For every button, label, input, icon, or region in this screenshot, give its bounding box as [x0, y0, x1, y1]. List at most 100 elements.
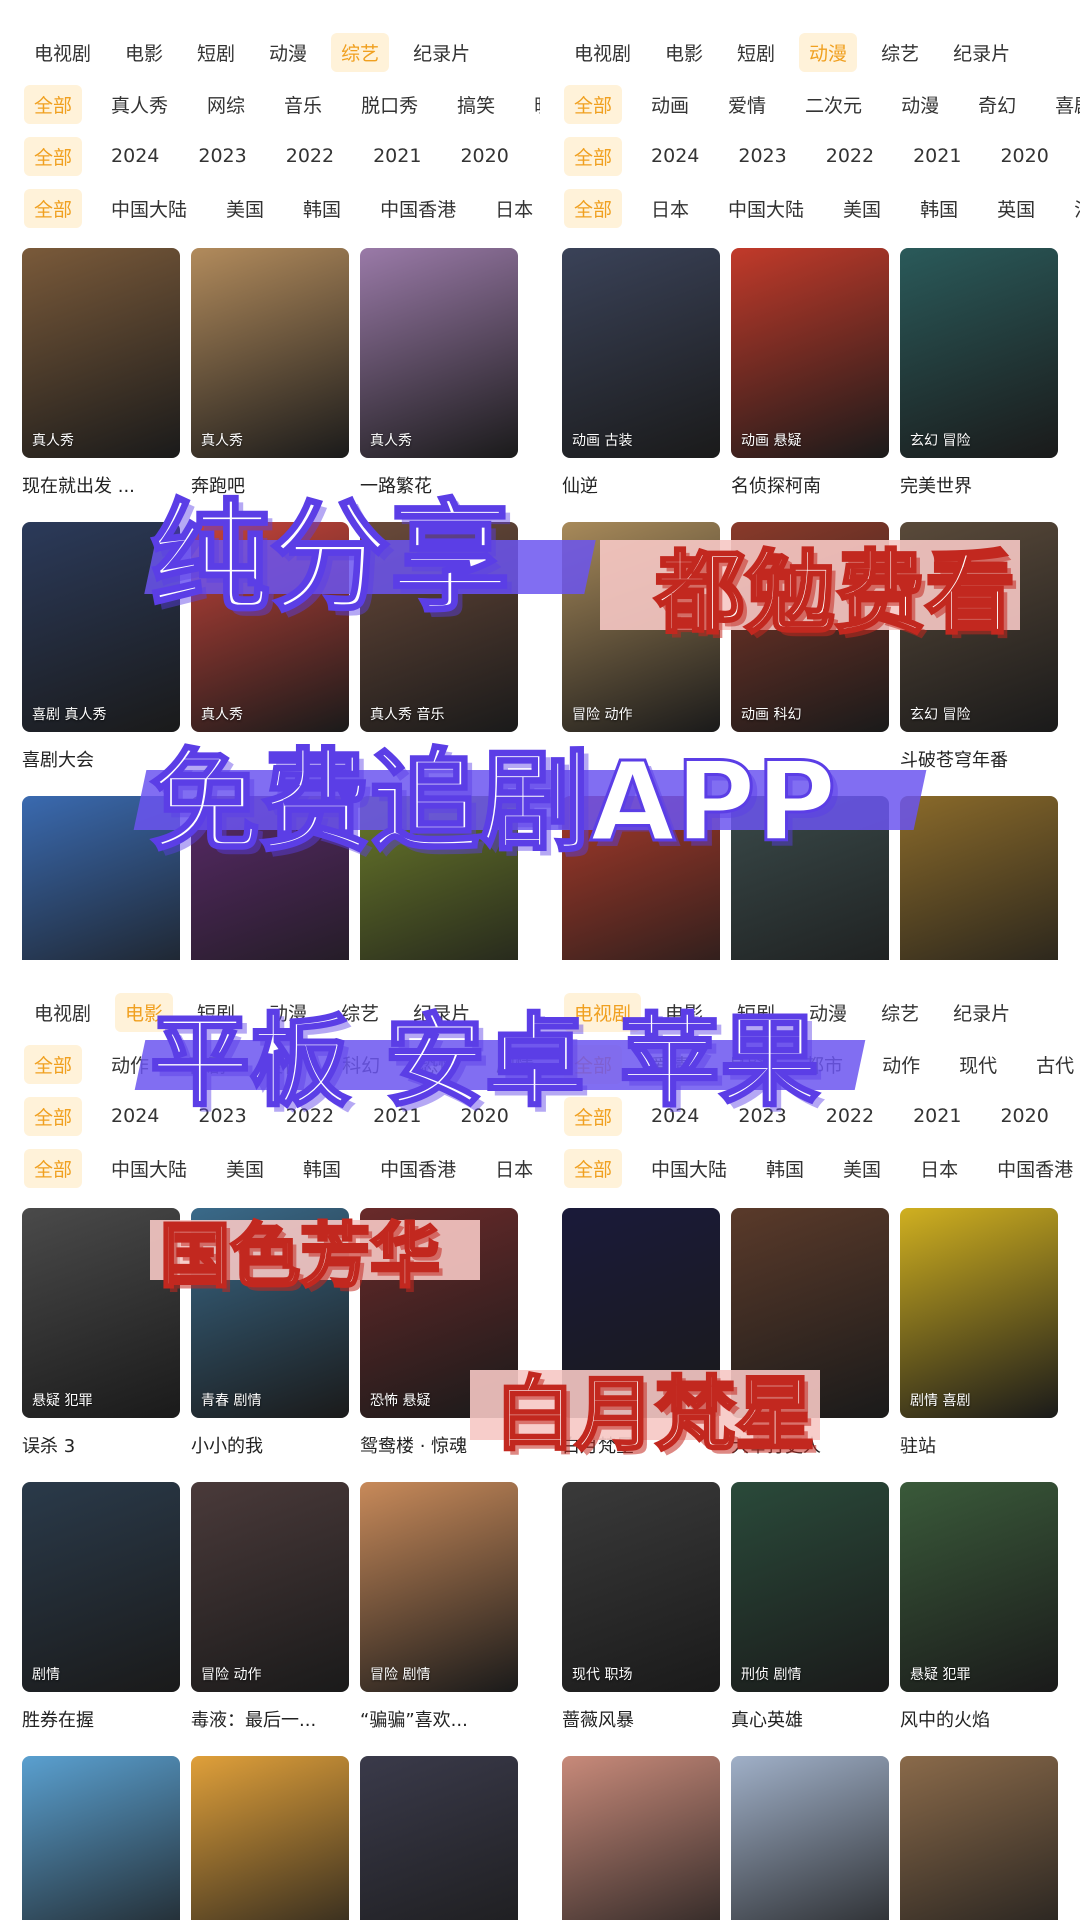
filter-chip[interactable]: 韩国 — [756, 1149, 814, 1188]
filter-chip[interactable]: 全部 — [24, 136, 83, 176]
filter-chip[interactable]: 中国大陆 — [101, 1149, 197, 1188]
filter-chip[interactable]: 爱情 — [718, 85, 776, 124]
filter-chip[interactable]: 2022 — [816, 139, 884, 173]
filter-chip[interactable]: 现代 — [949, 1045, 1007, 1084]
media-title: 风中的火焰 — [900, 1710, 990, 1731]
media-title: 真心英雄 — [731, 1710, 803, 1731]
filter-chip[interactable]: 脱口秀 — [351, 85, 428, 124]
media-card[interactable]: 剧情 胜券在握 — [22, 1482, 180, 1732]
category-tab[interactable]: 动漫 — [259, 33, 317, 72]
filter-chip[interactable]: 全部 — [564, 188, 623, 228]
media-card[interactable] — [191, 1756, 349, 1920]
category-tab[interactable]: 综艺 — [331, 32, 390, 72]
filter-chip[interactable]: 2020 — [450, 139, 518, 173]
filter-chip[interactable]: 中国大陆 — [718, 189, 814, 228]
genre-tags: 动画 古装 — [572, 433, 633, 449]
filter-chip[interactable]: 动漫 — [891, 85, 949, 124]
filter-chip[interactable]: 英国 — [987, 189, 1045, 228]
poster-image — [360, 1756, 518, 1920]
category-tab[interactable]: 综艺 — [871, 33, 929, 72]
filter-row: 全部中国大陆美国韩国中国香港日本法国 — [24, 1148, 540, 1188]
filter-chip[interactable]: 法国 — [1064, 189, 1080, 228]
filter-chip[interactable]: 2020 — [990, 1099, 1058, 1133]
filter-chip[interactable]: 2020 — [990, 139, 1058, 173]
filter-chip[interactable]: 美国 — [216, 1149, 274, 1188]
filter-chip[interactable]: 2023 — [728, 139, 796, 173]
filter-chip[interactable]: 中国大陆 — [101, 189, 197, 228]
filter-chip[interactable]: 2021 — [903, 139, 971, 173]
category-tab[interactable]: 短剧 — [187, 33, 245, 72]
filter-chip[interactable]: 全部 — [564, 84, 623, 124]
filter-chip[interactable]: 奇幻 — [968, 85, 1026, 124]
filter-chip[interactable]: 网综 — [197, 85, 255, 124]
headline-platforms: 平板 安卓 苹果 — [149, 1002, 822, 1122]
filter-chip[interactable]: 美国 — [833, 1149, 891, 1188]
media-card[interactable] — [731, 1756, 889, 1920]
category-tab[interactable]: 综艺 — [871, 993, 929, 1032]
filter-chip[interactable]: 全部 — [24, 1096, 83, 1136]
media-card[interactable]: 动画 古装 仙逆 — [562, 248, 720, 498]
category-tab[interactable]: 电视剧 — [24, 33, 101, 72]
filter-chip[interactable]: 全部 — [564, 1148, 623, 1188]
poster-image: 冒险 剧情 — [360, 1482, 518, 1692]
media-card[interactable] — [562, 1756, 720, 1920]
media-card[interactable]: 现代 职场 蔷薇风暴 — [562, 1482, 720, 1732]
media-card[interactable] — [900, 1756, 1058, 1920]
media-card[interactable] — [22, 1756, 180, 1920]
media-card[interactable]: 悬疑 犯罪 风中的火焰 — [900, 1482, 1058, 1732]
filter-chip[interactable]: 中国香港 — [370, 189, 466, 228]
category-tab[interactable]: 纪录片 — [943, 33, 1020, 72]
filter-chip[interactable]: 中国大陆 — [641, 1149, 737, 1188]
filter-chip[interactable]: 中国香港 — [987, 1149, 1080, 1188]
filter-chip[interactable]: 动画 — [641, 85, 699, 124]
filter-chip[interactable]: 音乐 — [274, 85, 332, 124]
category-tab[interactable]: 动漫 — [799, 32, 858, 72]
category-tab[interactable]: 电影 — [115, 33, 173, 72]
filter-chip[interactable]: 2021 — [363, 139, 431, 173]
filter-chip[interactable]: 2022 — [276, 139, 344, 173]
filter-chip[interactable]: 2022 — [816, 1099, 884, 1133]
filter-chip[interactable]: 全部 — [24, 1148, 83, 1188]
filter-chip[interactable]: 古代 — [1026, 1045, 1080, 1084]
filter-chip[interactable]: 动作 — [872, 1045, 930, 1084]
media-title: 斗破苍穹年番 — [900, 750, 1008, 771]
filter-chip[interactable]: 韩国 — [293, 189, 351, 228]
filter-chip[interactable]: 2023 — [188, 139, 256, 173]
media-card[interactable]: 剧情 喜剧 驻站 — [900, 1208, 1058, 1458]
filter-chip[interactable]: 搞笑 — [447, 85, 505, 124]
filter-chip[interactable]: 美国 — [216, 189, 274, 228]
filter-chip[interactable]: 2024 — [641, 139, 709, 173]
media-card[interactable]: 刑侦 剧情 真心英雄 — [731, 1482, 889, 1732]
filter-row: 全部中国大陆韩国美国日本中国香港泰国 — [564, 1148, 1080, 1188]
filter-chip[interactable]: 2021 — [903, 1099, 971, 1133]
filter-chip[interactable]: 2024 — [101, 139, 169, 173]
category-tab[interactable]: 纪录片 — [403, 33, 480, 72]
category-tab[interactable]: 电视剧 — [24, 993, 101, 1032]
filter-chip[interactable]: 美国 — [833, 189, 891, 228]
media-card[interactable]: 冒险 剧情 “骗骗”喜欢... — [360, 1482, 518, 1732]
filter-chip[interactable]: 日本 — [485, 1149, 540, 1188]
category-tab[interactable]: 纪录片 — [943, 993, 1020, 1032]
filter-chip[interactable]: 晚会 — [524, 85, 540, 124]
filter-chip[interactable]: 日本 — [641, 189, 699, 228]
media-card[interactable]: 玄幻 冒险 完美世界 — [900, 248, 1058, 498]
filter-chip[interactable]: 全部 — [24, 1044, 83, 1084]
filter-chip[interactable]: 真人秀 — [101, 85, 178, 124]
category-tab[interactable]: 短剧 — [727, 33, 785, 72]
media-card[interactable] — [360, 1756, 518, 1920]
filter-chip[interactable]: 全部 — [24, 84, 83, 124]
filter-chip[interactable]: 喜剧 — [1045, 85, 1080, 124]
filter-chip[interactable]: 日本 — [910, 1149, 968, 1188]
media-card[interactable]: 冒险 动作 毒液：最后一... — [191, 1482, 349, 1732]
filter-chip[interactable]: 日本 — [485, 189, 540, 228]
filter-chip[interactable]: 全部 — [564, 136, 623, 176]
filter-chip[interactable]: 韩国 — [910, 189, 968, 228]
media-card[interactable] — [900, 796, 1058, 960]
filter-chip[interactable]: 全部 — [24, 188, 83, 228]
media-card[interactable]: 动画 悬疑 名侦探柯南 — [731, 248, 889, 498]
filter-chip[interactable]: 二次元 — [795, 85, 872, 124]
category-tab[interactable]: 电影 — [655, 33, 713, 72]
category-tab[interactable]: 电视剧 — [564, 33, 641, 72]
filter-chip[interactable]: 中国香港 — [370, 1149, 466, 1188]
filter-chip[interactable]: 韩国 — [293, 1149, 351, 1188]
